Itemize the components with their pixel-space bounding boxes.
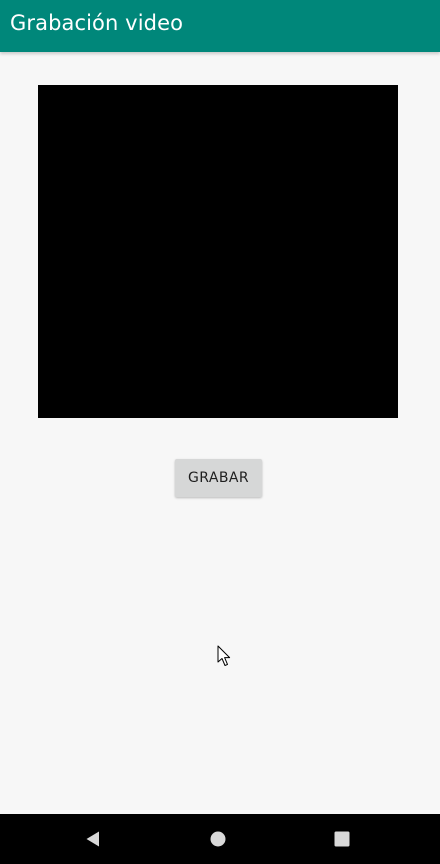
back-triangle-icon (86, 831, 99, 847)
system-nav-bar (0, 814, 440, 864)
home-circle-icon (210, 831, 226, 847)
recents-square-icon (334, 831, 350, 847)
nav-home-button[interactable] (188, 814, 248, 864)
app-title: Grabación video (10, 11, 184, 35)
main-content: GRABAR (0, 52, 440, 814)
video-preview (38, 85, 398, 418)
nav-back-button[interactable] (63, 814, 123, 864)
nav-recents-button[interactable] (312, 814, 372, 864)
record-button[interactable]: GRABAR (175, 459, 262, 497)
app-bar: Grabación video (0, 0, 440, 52)
mouse-cursor-icon (217, 645, 231, 666)
